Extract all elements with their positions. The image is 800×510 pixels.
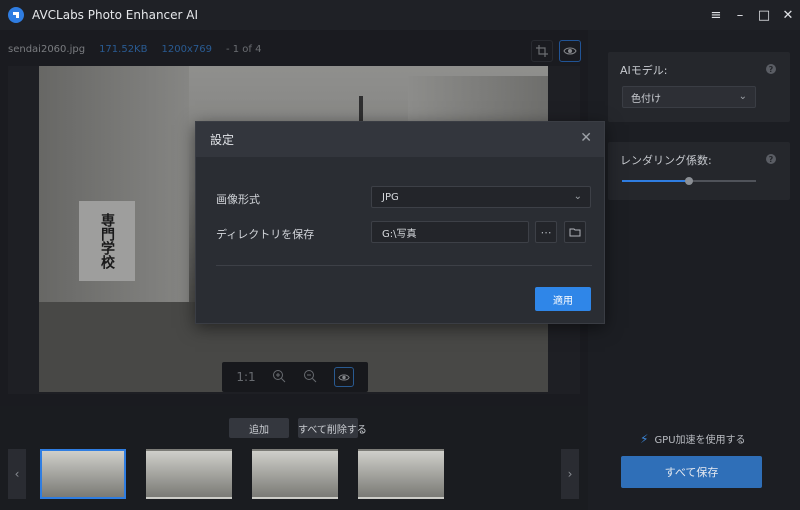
crop-icon [536, 45, 548, 57]
photo-sign-text: 専門学校 [79, 201, 135, 281]
minimize-icon[interactable]: – [728, 0, 752, 30]
directory-value: G:\写真 [382, 228, 417, 240]
preview-toggle-button[interactable] [559, 40, 581, 62]
thumbnail-list [40, 449, 444, 499]
format-value: JPG [382, 191, 399, 203]
app-logo-icon [8, 7, 24, 23]
app-title: AVCLabs Photo Enhancer AI [32, 8, 199, 22]
eye-icon [563, 47, 577, 55]
image-dimensions: 1200x769 [161, 44, 212, 55]
chevron-down-icon: ⌄ [573, 191, 582, 202]
thumbnail-strip: 追加 すべて削除する ‹ › [0, 406, 588, 510]
dialog-header: 設定 ✕ [196, 122, 604, 157]
rendering-card: レンダリング係数: ? [608, 142, 790, 200]
zoom-toolbar: 1:1 [222, 362, 368, 392]
close-icon[interactable]: ✕ [580, 130, 592, 146]
thumbnail-item[interactable] [252, 449, 338, 499]
directory-input[interactable]: G:\写真 [371, 221, 529, 243]
help-icon[interactable]: ? [766, 64, 776, 74]
ai-model-value: 色付け [631, 93, 661, 105]
chevron-down-icon: ⌄ [738, 91, 747, 102]
image-info-bar: sendai2060.jpg 171.52KB 1200x769 - 1 of … [8, 44, 261, 55]
compare-eye-icon[interactable] [333, 367, 354, 387]
rendering-slider[interactable] [622, 177, 756, 185]
settings-panel: AIモデル: ? 色付け ⌄ レンダリング係数: ? ⚡ GPU加速を使用する … [588, 30, 800, 510]
folder-icon[interactable] [564, 221, 586, 243]
zoom-in-icon[interactable] [272, 369, 286, 386]
image-position: - 1 of 4 [225, 44, 262, 55]
dialog-title: 設定 [210, 133, 235, 147]
zoom-ratio-button[interactable]: 1:1 [236, 370, 255, 384]
ai-model-card: AIモデル: ? 色付け ⌄ [608, 52, 790, 122]
format-label: 画像形式 [216, 193, 260, 206]
crop-button[interactable] [531, 40, 553, 62]
delete-all-button[interactable]: すべて削除する [298, 418, 367, 438]
apply-button[interactable]: 適用 [535, 287, 591, 311]
add-button[interactable]: 追加 [229, 418, 289, 438]
thumbnail-item[interactable] [40, 449, 126, 499]
format-select[interactable]: JPG ⌄ [371, 186, 591, 208]
help-icon[interactable]: ? [766, 154, 776, 164]
menu-icon[interactable]: ≡ [704, 0, 728, 30]
ai-model-label: AIモデル: [620, 64, 668, 77]
close-window-icon[interactable]: ✕ [776, 0, 800, 30]
gpu-label: GPU加速を使用する [654, 435, 746, 446]
maximize-icon[interactable]: □ [752, 0, 776, 30]
ai-model-select[interactable]: 色付け ⌄ [622, 86, 756, 108]
more-options-icon[interactable]: ⋯ [535, 221, 557, 243]
gpu-option[interactable]: ⚡ GPU加速を使用する [640, 431, 746, 447]
divider [216, 265, 592, 266]
lightning-icon: ⚡ [640, 431, 649, 446]
window-controls: ≡ – □ ✕ [704, 0, 800, 30]
image-size: 171.52KB [99, 44, 148, 55]
slider-handle[interactable] [685, 177, 693, 185]
zoom-out-icon[interactable] [303, 369, 317, 386]
thumbnail-item[interactable] [146, 449, 232, 499]
prev-arrow-icon[interactable]: ‹ [8, 449, 26, 499]
directory-label: ディレクトリを保存 [216, 228, 315, 241]
save-all-button[interactable]: すべて保存 [621, 456, 762, 488]
thumbnail-item[interactable] [358, 449, 444, 499]
next-arrow-icon[interactable]: › [561, 449, 579, 499]
title-bar: AVCLabs Photo Enhancer AI ≡ – □ ✕ [0, 0, 800, 30]
settings-dialog: 設定 ✕ 画像形式 JPG ⌄ ディレクトリを保存 G:\写真 ⋯ 適用 [195, 121, 605, 324]
rendering-label: レンダリング係数: [620, 154, 712, 167]
image-filename: sendai2060.jpg [8, 44, 86, 55]
